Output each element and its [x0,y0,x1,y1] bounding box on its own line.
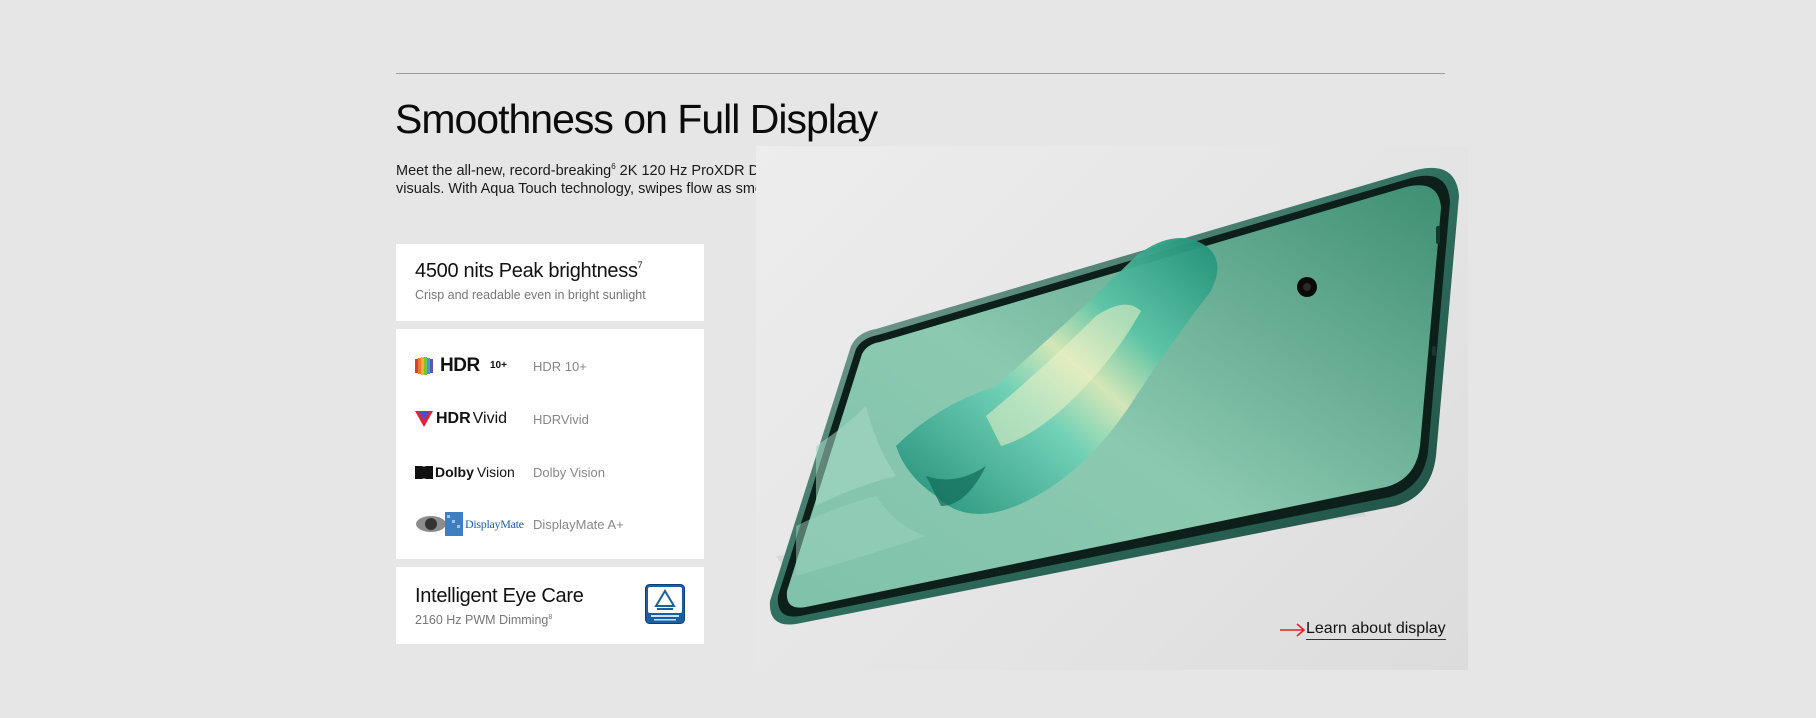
cert-row-displaymate: DisplayMate DisplayMate A+ [415,509,685,539]
hdr-vivid-logo-bold: HDR [436,410,471,427]
displaymate-logo-text: DisplayMate [465,516,524,531]
dolby-vision-logo: Dolby Vision [415,457,533,487]
displaymate-logo: DisplayMate [415,509,533,539]
hdr-vivid-logo-light: Vivid [472,410,508,427]
dolby-logo-light: Vision [476,464,515,480]
brightness-title-text: 4500 nits Peak brightness [415,260,638,282]
hdr-vivid-logo: HDR Vivid [415,404,533,434]
brightness-title: 4500 nits Peak brightness7 [415,260,685,283]
hdr10-plus-logo: HDR 10+ [415,351,533,381]
phone-hero-image [756,146,1468,670]
cert-label-hdr-vivid: HDRVivid [533,411,589,427]
brightness-card: 4500 nits Peak brightness7 Crisp and rea… [396,244,704,321]
eye-care-subtitle-text: 2160 Hz PWM Dimming [415,613,549,627]
tuv-rheinland-badge-icon [645,584,685,624]
brightness-footnote: 7 [637,260,643,270]
cert-row-hdr-vivid: HDR Vivid HDRVivid [415,404,685,434]
hdr10-logo-text: HDR [440,355,480,376]
brightness-subtitle: Crisp and readable even in bright sunlig… [415,288,646,302]
eye-care-card: Intelligent Eye Care 2160 Hz PWM Dimming… [396,567,704,644]
section-headline: Smoothness on Full Display [395,96,878,142]
dolby-logo-bold: Dolby [435,464,474,480]
cert-label-hdr10: HDR 10+ [533,358,587,374]
cert-label-displaymate: DisplayMate A+ [533,516,624,532]
learn-about-display-label[interactable]: Learn about display [1306,620,1446,640]
phone-illustration [769,167,1459,625]
eye-care-footnote: 8 [548,614,553,621]
cert-row-hdr10: HDR 10+ HDR 10+ [415,351,685,381]
cert-label-dolby: Dolby Vision [533,464,606,480]
section-divider [396,73,1445,74]
hdr10-logo-suffix: 10+ [490,360,507,371]
intro-text-start: Meet the all-new, record-breaking [396,163,612,179]
certifications-card: HDR 10+ HDR 10+ HDR Vivid HDRVivid Dolby… [396,329,704,559]
arrow-right-icon [1280,623,1306,637]
learn-about-display-link[interactable]: Learn about display [1280,620,1446,640]
cert-row-dolby: Dolby Vision Dolby Vision [415,457,685,487]
